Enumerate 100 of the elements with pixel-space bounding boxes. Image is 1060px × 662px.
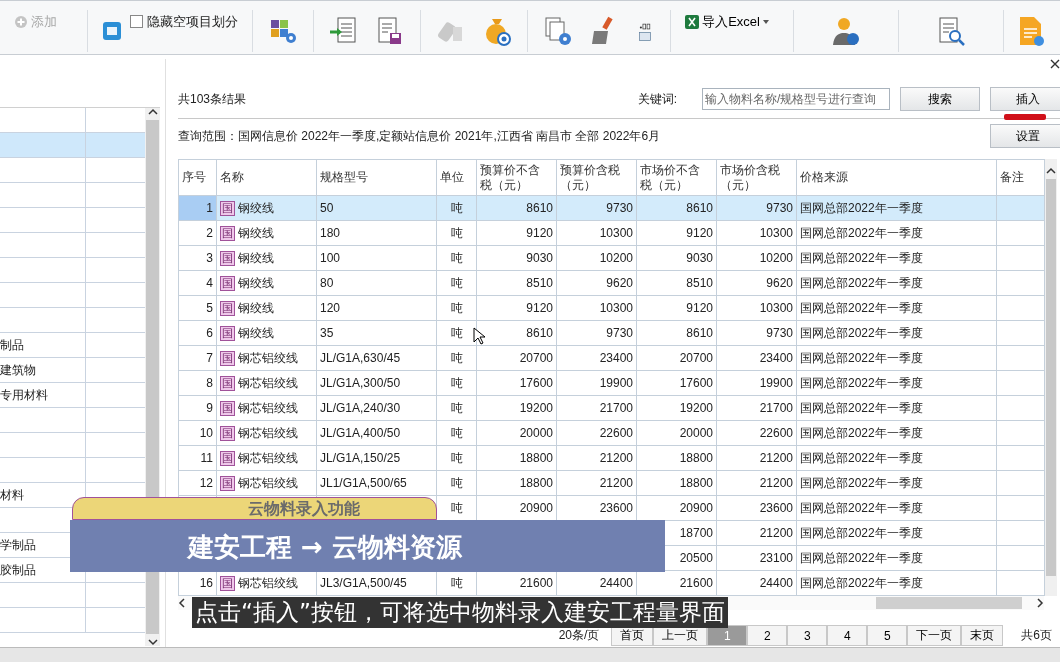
table-cell: 180 <box>316 220 437 246</box>
table-cell: 9730 <box>556 195 637 221</box>
column-header[interactable]: 序号 <box>178 159 217 196</box>
table-cell: 3 <box>178 245 217 271</box>
insert-button[interactable]: 插入 <box>990 87 1060 111</box>
table-cell: 吨 <box>436 295 477 321</box>
search-button[interactable]: 搜索 <box>900 87 980 111</box>
table-cell <box>996 520 1045 546</box>
column-header[interactable]: 预算价含税（元） <box>556 159 637 196</box>
table-cell: 9120 <box>476 220 557 246</box>
hide-empty-checkbox[interactable]: 隐藏空项目划分 <box>130 12 239 31</box>
tree-item-label[interactable]: 学制品 <box>0 538 36 552</box>
item-icon[interactable] <box>102 20 123 41</box>
table-cell: 23600 <box>716 495 797 521</box>
result-count: 共103条结果 <box>178 90 247 108</box>
table-cell: 8610 <box>636 195 717 221</box>
table-cell: 国网总部2022年一季度 <box>796 370 997 396</box>
column-header[interactable]: 备注 <box>996 159 1045 196</box>
keyword-label: 关键词: <box>637 90 677 108</box>
table-cell: 1 <box>178 195 217 221</box>
import-excel-button[interactable]: 导入Excel <box>685 12 769 31</box>
search-field[interactable]: 输入物料名称/规格型号进行查询 <box>702 88 890 110</box>
plus-icon <box>14 14 28 29</box>
table-cell: 21200 <box>556 470 637 496</box>
table-cell: JL/G1A,240/30 <box>316 395 437 421</box>
table-cell: 国网总部2022年一季度 <box>796 295 997 321</box>
scroll-down-icon[interactable] <box>147 638 158 646</box>
column-header[interactable]: 单位 <box>436 159 477 196</box>
settings-button[interactable]: 设置 <box>990 124 1060 148</box>
table-cell: 24400 <box>716 570 797 596</box>
table-cell: 8510 <box>476 270 557 296</box>
table-cell <box>996 320 1045 346</box>
table-cell: 20000 <box>476 420 557 446</box>
scrollbar-thumb[interactable] <box>876 597 1022 609</box>
column-header[interactable]: 名称 <box>216 159 317 196</box>
table-cell: JL/G1A,300/50 <box>316 370 437 396</box>
scroll-up-icon[interactable] <box>147 108 158 116</box>
table-cell: 国 钢绞线 <box>216 195 317 221</box>
table-cell: 9730 <box>716 195 797 221</box>
source-tag: 国 <box>220 300 235 316</box>
table-cell: 吨 <box>436 370 477 396</box>
subtitle-caption: 点击“插入”按钮，可将选中物料录入建安工程量界面 <box>192 597 728 628</box>
table-cell: JL/G1A,150/25 <box>316 445 437 471</box>
table-cell: 19200 <box>476 395 557 421</box>
scroll-up-icon[interactable] <box>1046 167 1056 175</box>
table-cell <box>996 245 1045 271</box>
scrollbar[interactable] <box>1045 159 1057 596</box>
table-cell: 9620 <box>716 270 797 296</box>
table-cell: 10300 <box>556 220 637 246</box>
table-cell: 100 <box>316 245 437 271</box>
table-cell: 18800 <box>636 470 717 496</box>
page-button[interactable]: 4 <box>827 625 868 646</box>
table-cell: 18800 <box>476 470 557 496</box>
table-cell: 9120 <box>636 295 717 321</box>
column-header[interactable]: 市场价不含税（元） <box>636 159 717 196</box>
table-cell: 国网总部2022年一季度 <box>796 195 997 221</box>
page-button[interactable]: 下一页 <box>907 625 962 646</box>
close-icon[interactable] <box>1050 59 1060 69</box>
table-cell: 22600 <box>716 420 797 446</box>
source-tag: 国 <box>220 450 235 466</box>
table-cell: 21700 <box>556 395 637 421</box>
source-tag: 国 <box>220 375 235 391</box>
table-cell: 9620 <box>556 270 637 296</box>
scroll-right-icon[interactable] <box>1036 598 1044 608</box>
table-cell: 国网总部2022年一季度 <box>796 445 997 471</box>
table-cell: 20700 <box>636 345 717 371</box>
table-cell <box>996 470 1045 496</box>
table-cell: 20700 <box>476 345 557 371</box>
source-tag: 国 <box>220 400 235 416</box>
table-cell: 国 钢芯铝绞线 <box>216 420 317 446</box>
page-button[interactable]: 末页 <box>961 625 1004 646</box>
table-cell: 8610 <box>476 195 557 221</box>
column-header[interactable]: 规格型号 <box>316 159 437 196</box>
table-cell: 吨 <box>436 470 477 496</box>
table-cell <box>996 395 1045 421</box>
table-cell: 国 钢绞线 <box>216 320 317 346</box>
table-cell: 4 <box>178 270 217 296</box>
tree-item-label[interactable]: 制品 <box>0 338 24 352</box>
source-tag: 国 <box>220 475 235 491</box>
tree-item-label[interactable]: 专用材料 <box>0 388 48 402</box>
table-cell: 12 <box>178 470 217 496</box>
table-cell: 国网总部2022年一季度 <box>796 545 997 571</box>
table-cell <box>996 295 1045 321</box>
page-button[interactable]: 2 <box>747 625 788 646</box>
tree-item-label[interactable]: 材料 <box>0 488 24 502</box>
page-button[interactable]: 5 <box>867 625 908 646</box>
scroll-left-icon[interactable] <box>178 598 186 608</box>
tree-item-label[interactable]: 建筑物 <box>0 363 36 377</box>
title-tag: 云物料录入功能 <box>72 497 437 520</box>
highlight-mark <box>1004 114 1046 120</box>
table-cell: 国网总部2022年一季度 <box>796 270 997 296</box>
tree-item-label[interactable]: 胶制品 <box>0 563 36 577</box>
column-header[interactable]: 价格来源 <box>796 159 997 196</box>
page-button[interactable]: 3 <box>787 625 828 646</box>
table-cell: 2 <box>178 220 217 246</box>
column-header[interactable]: 市场价含税（元） <box>716 159 797 196</box>
table-cell: 国网总部2022年一季度 <box>796 345 997 371</box>
table-cell: 国网总部2022年一季度 <box>796 470 997 496</box>
column-header[interactable]: 预算价不含税（元） <box>476 159 557 196</box>
table-cell: 10300 <box>716 295 797 321</box>
